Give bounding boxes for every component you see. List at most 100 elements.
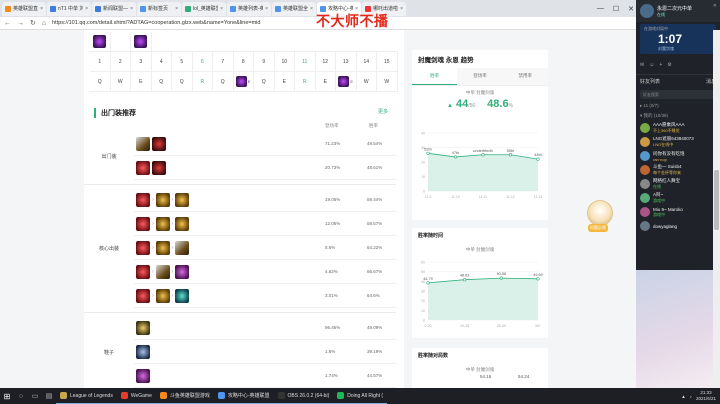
close-tab-icon[interactable]: × bbox=[220, 6, 223, 12]
close-tab-icon[interactable]: × bbox=[310, 6, 313, 12]
red-item-icon[interactable] bbox=[136, 192, 150, 207]
volume-icon[interactable]: ♪ bbox=[690, 394, 692, 399]
friend-search-input[interactable]: 好友搜索 bbox=[640, 90, 716, 99]
boot-item-icon[interactable] bbox=[136, 320, 150, 335]
data-point[interactable] bbox=[453, 155, 458, 159]
browser-tab[interactable]: lol_英雄联盟 × bbox=[182, 1, 226, 16]
back-icon[interactable]: ← bbox=[4, 20, 11, 27]
tab-friends[interactable]: 好友列表 bbox=[640, 78, 660, 85]
feedback-mascot-icon[interactable] bbox=[587, 200, 613, 226]
table-row[interactable]: 1.8% 39.19% bbox=[134, 340, 396, 364]
list-item[interactable]: 问你有没有吃饱 ran·nop bbox=[636, 149, 720, 163]
taskbar-app[interactable]: 攻略中心-英雄联盟 bbox=[213, 388, 274, 404]
list-item[interactable]: LNG遮丽643840073 LNG在线中 bbox=[636, 135, 720, 149]
data-point[interactable] bbox=[481, 153, 485, 157]
close-icon[interactable]: ✕ bbox=[628, 5, 634, 13]
taskbar-app[interactable]: Doing All Right ( bbox=[333, 388, 388, 404]
data-point[interactable] bbox=[426, 151, 430, 155]
table-row[interactable]: 1.74% 44.57% bbox=[134, 364, 396, 388]
close-tab-icon[interactable]: × bbox=[400, 6, 403, 12]
list-item[interactable]: 网络红人舞宝 在线 bbox=[636, 177, 720, 191]
table-row[interactable]: › › 19.05% 59.44% bbox=[134, 188, 396, 212]
users-icon[interactable]: ☺ bbox=[649, 62, 654, 68]
data-point[interactable] bbox=[536, 157, 540, 161]
purple-item-icon[interactable] bbox=[136, 368, 150, 383]
purple-item-icon[interactable] bbox=[175, 264, 190, 279]
list-item[interactable]: dowyaglang bbox=[636, 219, 720, 233]
data-point[interactable] bbox=[426, 281, 430, 285]
feedback-badge[interactable]: 问题反馈 bbox=[588, 224, 608, 232]
gold-item-icon[interactable] bbox=[155, 192, 170, 207]
gold-item-icon[interactable] bbox=[175, 192, 190, 207]
close-tab-icon[interactable]: × bbox=[85, 6, 88, 12]
close-tab-icon[interactable]: × bbox=[130, 6, 133, 12]
settings-icon[interactable]: ⚙ bbox=[667, 62, 671, 68]
browser-tab[interactable]: 新闻联盟——金色殿堂中× bbox=[92, 1, 136, 16]
friend-group[interactable]: ▾ 我的 (10/39) bbox=[636, 111, 720, 121]
data-point[interactable] bbox=[536, 277, 540, 281]
more-link[interactable]: 更多 bbox=[378, 108, 388, 115]
close-tab-icon[interactable]: × bbox=[175, 6, 178, 12]
clock[interactable]: 21:33 2021/6/21 bbox=[696, 390, 716, 402]
red-item-icon[interactable] bbox=[136, 288, 150, 303]
taskbar-app[interactable]: OBS 26.0.2 (64-bi) bbox=[273, 388, 334, 404]
table-row[interactable]: › › 3.01% 64.6% bbox=[134, 284, 396, 308]
browser-tab[interactable]: 英雄联盟直播_lol直播_斗× bbox=[2, 1, 46, 16]
tab-pickrate[interactable]: 登场率 bbox=[457, 68, 503, 85]
chat-icon[interactable]: ✉ bbox=[640, 62, 644, 68]
file-explorer-icon[interactable]: ▤ bbox=[42, 388, 56, 404]
pot-item-icon[interactable] bbox=[152, 160, 166, 175]
taskbar-app[interactable]: WeGame bbox=[116, 388, 156, 404]
tab-banrate[interactable]: 禁用率 bbox=[502, 68, 548, 85]
table-row[interactable]: 20.73% 48.61% bbox=[134, 156, 396, 180]
table-row[interactable]: 71.23% 49.54% bbox=[134, 132, 396, 156]
maximize-icon[interactable]: ☐ bbox=[613, 5, 619, 13]
gold-item-icon[interactable] bbox=[155, 288, 170, 303]
red-item-icon[interactable] bbox=[136, 264, 150, 279]
teal-item-icon[interactable] bbox=[175, 288, 190, 303]
gold-item-icon[interactable] bbox=[175, 216, 190, 231]
data-point[interactable] bbox=[463, 278, 467, 282]
table-row[interactable]: 96.46% 49.09% bbox=[134, 316, 396, 340]
scrollbar-thumb[interactable] bbox=[714, 170, 719, 230]
red-item-icon[interactable] bbox=[136, 216, 150, 231]
network-icon[interactable]: ▲ bbox=[681, 394, 685, 399]
browser-tab[interactable]: 英雄联盟全球官方网站-× bbox=[272, 1, 316, 16]
list-item[interactable]: AAA愿乘风AAA 不上360不睡觉 bbox=[636, 121, 720, 135]
red-item-icon[interactable] bbox=[136, 160, 150, 175]
data-point[interactable] bbox=[508, 153, 513, 157]
taskbar-app[interactable]: 斗鱼英雄联盟游戏 bbox=[155, 388, 214, 404]
table-row[interactable]: › › 12.06% 59.57% bbox=[134, 212, 396, 236]
browser-tab[interactable]: 新标签页 × bbox=[137, 1, 181, 16]
blade-item-icon[interactable] bbox=[155, 264, 170, 279]
add-friend-icon[interactable]: + bbox=[659, 62, 662, 68]
minimize-icon[interactable]: — bbox=[597, 5, 604, 12]
list-item[interactable]: Miu 9~ Maroko 游戏中 bbox=[636, 205, 720, 219]
friend-group[interactable]: ▸ 11 (0/7) bbox=[636, 101, 720, 111]
taskbar-app[interactable]: League of Legends bbox=[56, 388, 117, 404]
url-field[interactable]: https://101.qq.com/detail.shtml?ADTAG=co… bbox=[52, 20, 260, 26]
task-view-icon[interactable]: ▭ bbox=[28, 388, 42, 404]
close-tab-icon[interactable]: × bbox=[265, 6, 268, 12]
browser-tab[interactable]: nT1 中单 刘青松 bu(t)× bbox=[47, 1, 91, 16]
search-icon[interactable]: ○ bbox=[14, 388, 28, 404]
list-item[interactable]: 斗鱼一 Suisb4 每个金杯等你来 bbox=[636, 163, 720, 177]
red-item-icon[interactable] bbox=[136, 240, 150, 255]
blade-item-icon[interactable] bbox=[175, 240, 190, 255]
table-row[interactable]: › › 4.62% 66.67% bbox=[134, 260, 396, 284]
close-tab-icon[interactable]: × bbox=[40, 6, 43, 12]
avatar[interactable] bbox=[640, 4, 654, 18]
list-item[interactable]: A阿~ 游戏中 bbox=[636, 191, 720, 205]
tab-winrate[interactable]: 胜率 bbox=[412, 68, 458, 85]
browser-tab[interactable]: 英雄列表-英雄联盟官方网× bbox=[227, 1, 271, 16]
refresh-icon[interactable]: ↻ bbox=[30, 19, 36, 27]
pot-item-icon[interactable] bbox=[152, 136, 166, 151]
windows-start-icon[interactable]: ⊞ bbox=[0, 388, 14, 404]
forward-icon[interactable]: → bbox=[17, 20, 24, 27]
data-point[interactable] bbox=[499, 276, 503, 280]
home-icon[interactable]: ⌂ bbox=[42, 20, 46, 27]
blade-item-icon[interactable] bbox=[136, 136, 150, 151]
gold-item-icon[interactable] bbox=[155, 240, 170, 255]
table-row[interactable]: › › 5.6% 64.22% bbox=[134, 236, 396, 260]
boot2-item-icon[interactable] bbox=[136, 344, 150, 359]
